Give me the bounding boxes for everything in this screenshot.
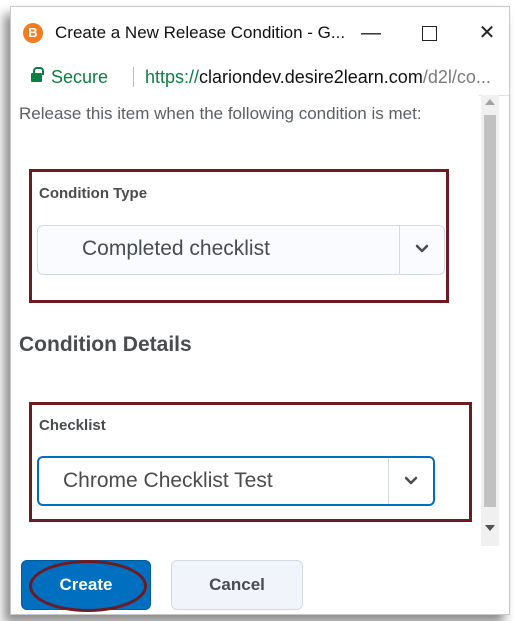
- chevron-down-icon: [404, 476, 418, 485]
- secure-label: Secure: [51, 67, 109, 87]
- create-button[interactable]: Create: [21, 560, 151, 610]
- window-title: Create a New Release Condition - G...: [55, 23, 346, 42]
- title-bar: B Create a New Release Condition - G... …: [11, 7, 509, 59]
- url-text[interactable]: https://clariondev.desire2learn.com/d2l/…: [145, 67, 491, 88]
- condition-type-dropdown-toggle[interactable]: [399, 226, 444, 274]
- condition-type-select[interactable]: Completed checklist: [37, 225, 445, 275]
- chevron-down-icon: [415, 244, 429, 253]
- checklist-value: Chrome Checklist Test: [63, 469, 273, 492]
- maximize-icon: [421, 26, 437, 42]
- vertical-scrollbar[interactable]: [481, 95, 499, 546]
- address-divider: [133, 67, 134, 87]
- minimize-button[interactable]: —: [351, 17, 391, 49]
- url-path: /d2l/co...: [422, 67, 491, 87]
- dialog-footer: Create Cancel: [11, 547, 509, 614]
- url-scheme: https://: [145, 67, 200, 87]
- brightspace-favicon-icon: B: [23, 23, 43, 43]
- dialog-content: Release this item when the following con…: [11, 95, 479, 614]
- scroll-up-arrow-icon[interactable]: [485, 99, 495, 105]
- scroll-thumb[interactable]: [484, 115, 496, 507]
- condition-type-value: Completed checklist: [82, 237, 270, 260]
- maximize-button[interactable]: [409, 17, 449, 49]
- checklist-select[interactable]: Chrome Checklist Test: [37, 456, 435, 506]
- intro-text: Release this item when the following con…: [19, 104, 422, 123]
- address-bar[interactable]: Secure https://clariondev.desire2learn.c…: [11, 59, 509, 96]
- cancel-button[interactable]: Cancel: [171, 560, 303, 610]
- browser-popup-window: B Create a New Release Condition - G... …: [10, 6, 510, 615]
- lock-icon: [31, 67, 44, 83]
- scroll-down-arrow-icon[interactable]: [485, 525, 495, 531]
- close-button[interactable]: ✕: [467, 17, 507, 49]
- condition-type-label: Condition Type: [39, 185, 148, 202]
- checklist-dropdown-toggle[interactable]: [388, 458, 433, 504]
- condition-details-heading: Condition Details: [19, 333, 192, 356]
- url-host: clariondev.desire2learn.com: [199, 67, 423, 87]
- checklist-label: Checklist: [39, 417, 106, 434]
